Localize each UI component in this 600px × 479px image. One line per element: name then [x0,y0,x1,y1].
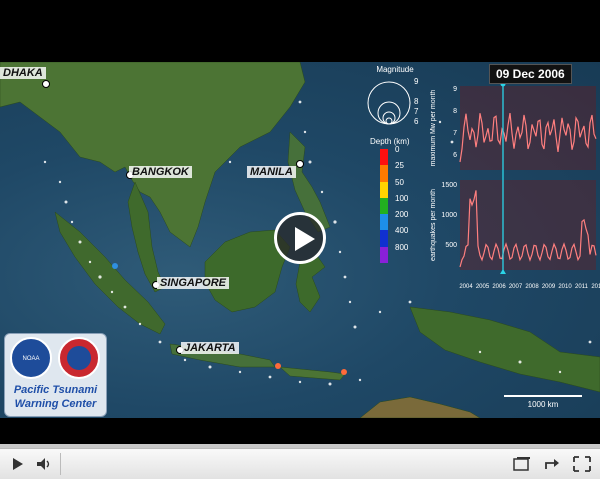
city-label-singapore: SINGAPORE [157,277,230,289]
depth-color-segment [380,149,388,166]
depth-color-segment [380,246,388,263]
control-divider [60,453,61,475]
ptwc-logo: NOAA Pacific Tsunami Warning Center [4,333,107,417]
bottom-axis-label: earthquakes per month [430,189,437,261]
fullscreen-icon[interactable] [572,455,592,473]
top-tick-label: 6 [453,152,457,159]
timeline-chart: 9 8 7 6 1500 1000 500 2004 2005 2006 2007 2008 2009 2… [430,62,600,302]
bottom-tick-label: 1500 [441,182,457,189]
depth-color-segment [380,165,388,182]
noaa-nws-logos: NOAA [10,337,100,379]
x-tick-label: 2005 [476,284,490,290]
depth-label: 100 [395,193,409,203]
play-icon[interactable] [8,455,28,473]
player-controls [0,448,600,479]
top-tick-label: 8 [453,108,457,115]
city-label-manila: MANILA [247,166,296,178]
x-tick-label: 2012 [591,284,600,290]
bottom-tick-label: 1000 [441,212,457,219]
share-icon[interactable] [542,455,562,473]
x-tick-label: 2008 [525,284,539,290]
scale-bar: 1000 km [504,395,582,409]
depth-label: 25 [395,161,404,171]
top-axis-label: maximum Mw per month [430,90,437,167]
mag-9: 9 [414,77,419,86]
mag-7: 7 [414,107,419,116]
depth-label: 50 [395,177,404,187]
top-tick-label: 9 [453,86,457,93]
top-tick-label: 7 [453,130,457,137]
magnitude-title: Magnitude [376,65,414,74]
depth-color-bar [380,149,388,263]
play-button[interactable] [274,212,326,264]
depth-legend: Depth (km) 0 25 50 100 200 400 800 [364,137,434,267]
x-tick-label: 2006 [492,284,506,290]
manila-marker [296,160,304,168]
logo-line2: Warning Center [14,398,97,410]
x-tick-label: 2007 [509,284,523,290]
current-date-label: 09 Dec 2006 [489,64,572,84]
depth-color-segment [380,214,388,231]
x-tick-label: 2010 [558,284,572,290]
depth-color-segment [380,181,388,198]
timeline-svg: 9876150010005002004 2005 2006 2007 2008 2009 2… [430,81,600,290]
city-label-dhaka: DHAKA [0,67,46,79]
depth-label: 800 [395,242,409,252]
x-tick-label: 2009 [542,284,556,290]
mag-6: 6 [414,117,419,126]
magnitude-legend: Magnitude 9 8 7 6 [365,65,425,135]
volume-icon[interactable] [34,455,54,473]
window-icon[interactable] [512,455,532,473]
scale-label: 1000 km [527,400,559,409]
x-tick-label: 2011 [575,284,589,290]
svg-text:NOAA: NOAA [22,356,39,362]
city-label-jakarta: JAKARTA [181,342,239,354]
mag-8: 8 [414,97,419,106]
depth-color-segment [380,230,388,247]
top-black-band [0,0,600,62]
depth-label: 0 [395,145,400,154]
depth-label: 200 [395,210,409,220]
depth-title: Depth (km) [370,137,410,146]
logo-line1: Pacific Tsunami [13,384,98,396]
dhaka-marker [42,80,50,88]
city-label-bangkok: BANGKOK [129,166,192,178]
x-tick-label: 2004 [459,284,473,290]
depth-color-segment [380,197,388,215]
bottom-tick-label: 500 [445,242,457,249]
depth-label: 400 [395,226,409,236]
